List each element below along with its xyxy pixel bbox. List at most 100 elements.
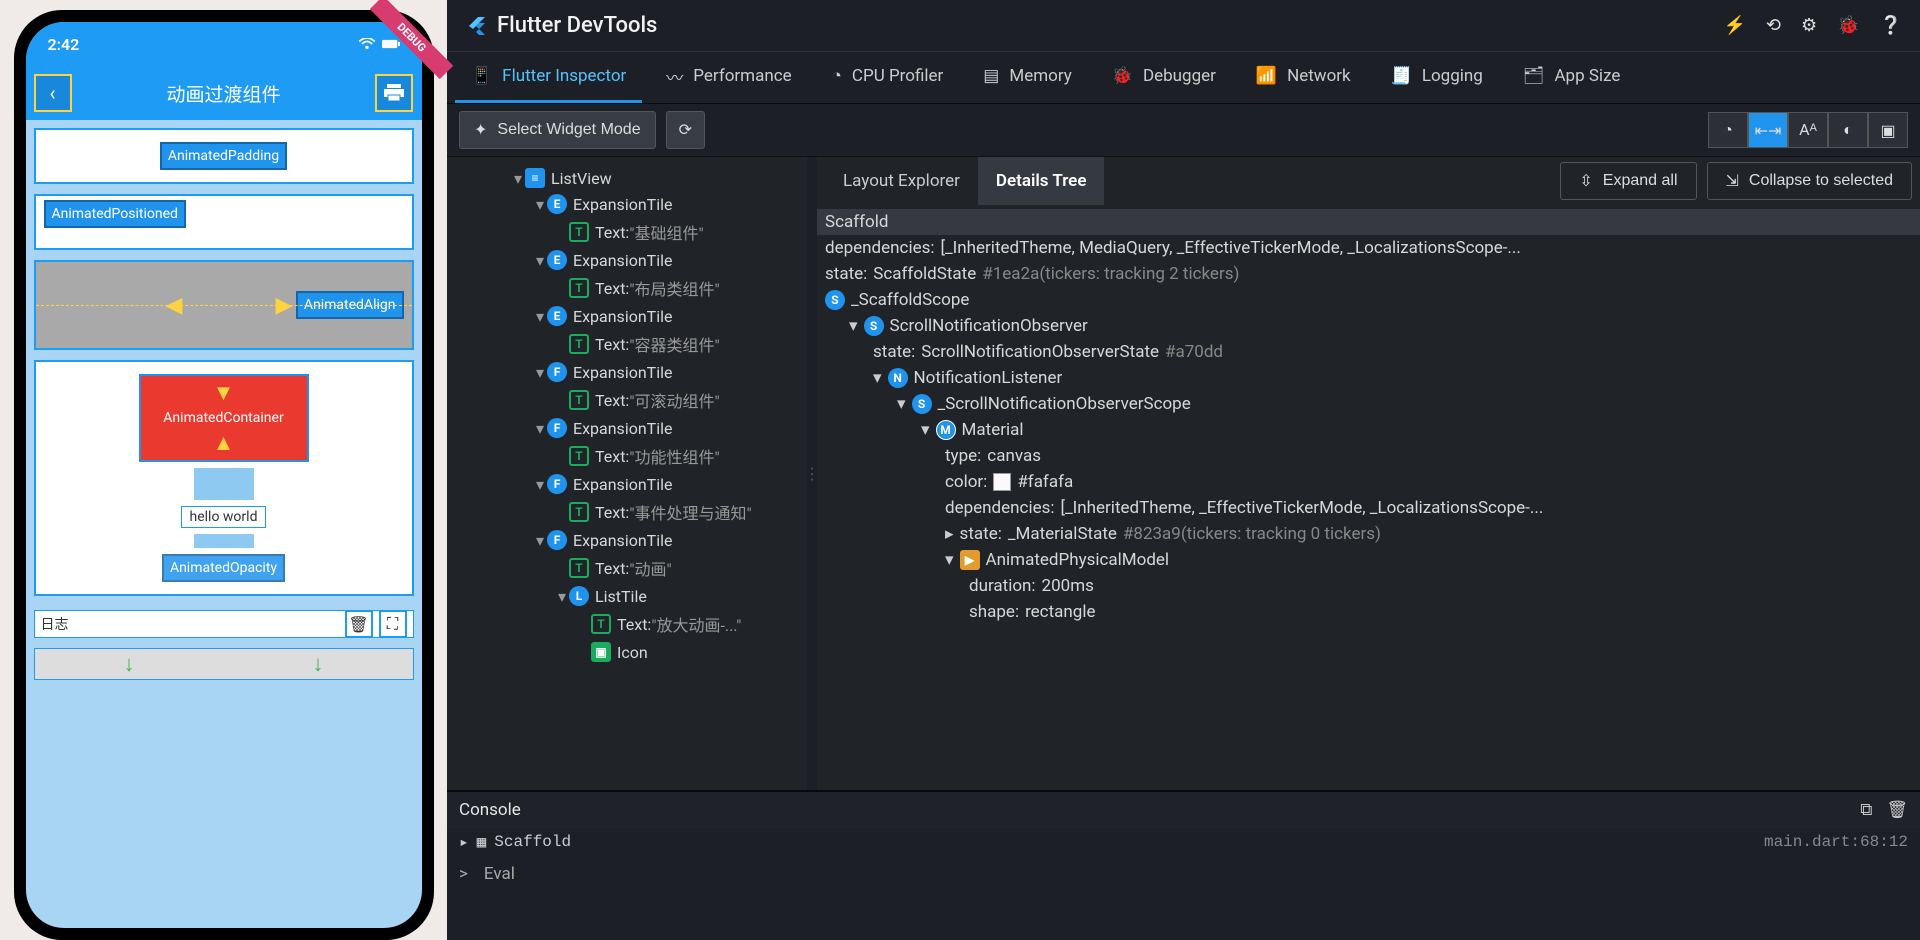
help-icon[interactable]: ❔ [1880, 15, 1902, 36]
details-row[interactable]: dependencies: [_InheritedTheme, MediaQue… [817, 235, 1920, 261]
app-bar-title: 动画过渡组件 [166, 80, 280, 107]
tab-logging[interactable]: 🧾Logging [1375, 52, 1499, 103]
devtools-header: Flutter DevTools ⚡ ⟲ ⚙ 🐞 ❔ [447, 0, 1920, 52]
t-badge-icon: T [591, 614, 611, 634]
back-button[interactable]: ‹ [34, 74, 72, 112]
demo-container[interactable]: AnimatedContainer ▼ ▲ hello world Animat… [34, 360, 414, 596]
copy-icon[interactable]: ⧉ [1860, 800, 1872, 820]
details-row[interactable]: S_ScaffoldScope [817, 287, 1920, 313]
tab-flutter-inspector[interactable]: 📱Flutter Inspector [455, 52, 642, 103]
collapse-button[interactable]: ⇲ Collapse to selected [1707, 162, 1913, 200]
tree-node[interactable]: ▾FExpansionTile [447, 359, 807, 385]
tree-node[interactable]: ▾EExpansionTile [447, 247, 807, 273]
drag-handle[interactable]: ⋮ [807, 157, 817, 790]
clock: 2:42 [48, 35, 80, 54]
animated-padding-chip: AnimatedPadding [160, 142, 287, 170]
n-badge-icon: N [888, 368, 908, 388]
tree-node[interactable]: ▾EExpansionTile [447, 303, 807, 329]
console-line[interactable]: ▸ ▦ Scaffold main.dart:68:12 [447, 828, 1920, 856]
details-row[interactable]: ▾NNotificationListener [817, 365, 1920, 391]
delete-log-button[interactable]: 🗑 [345, 610, 373, 638]
details-row[interactable]: duration: 200ms [817, 573, 1920, 599]
tab-icon: 🐞 [1112, 66, 1133, 86]
expand-log-button[interactable]: ⛶ [379, 610, 407, 638]
pedestal2 [194, 534, 254, 548]
demo-positioned[interactable]: AnimatedPositioned [34, 194, 414, 250]
tab-performance[interactable]: 〰Performance [650, 52, 807, 103]
t-badge-icon: T [569, 558, 589, 578]
demo-align[interactable]: ◀ ▶ AnimatedAlign [34, 260, 414, 350]
restore-icon[interactable]: ⟲ [1766, 15, 1781, 36]
details-row[interactable]: color: #fafafa [817, 469, 1920, 495]
timer-icon: ◔ [1723, 120, 1733, 140]
t-badge-icon: T [569, 502, 589, 522]
expand-all-button[interactable]: ⇳ Expand all [1560, 162, 1696, 200]
eval-input[interactable]: > Eval [447, 856, 1920, 892]
layout-explorer-tab[interactable]: Layout Explorer [825, 157, 978, 205]
tab-cpu-profiler[interactable]: ◔CPU Profiler [816, 52, 960, 103]
details-row[interactable]: state: ScaffoldState#1ea2a(tickers: trac… [817, 261, 1920, 287]
details-row[interactable]: ▾SScrollNotificationObserver [817, 313, 1920, 339]
pedestal [194, 468, 254, 500]
details-row[interactable]: ▾S_ScrollNotificationObserverScope [817, 391, 1920, 417]
tree-node[interactable]: ▾LListTile [447, 583, 807, 609]
inspector-toolbar: ✦ Select Widget Mode ⟳ ◔ ⇤⇥ Aᴬ ◐ ▣ [447, 104, 1920, 156]
tree-node[interactable]: TText: "可滚动组件" [447, 385, 807, 415]
baselines-button[interactable]: Aᴬ [1788, 112, 1828, 148]
guidelines-button[interactable]: ⇤⇥ [1748, 112, 1788, 148]
tab-debugger[interactable]: 🐞Debugger [1096, 52, 1232, 103]
tree-node[interactable]: ▾FExpansionTile [447, 471, 807, 497]
refresh-icon: ⟳ [679, 120, 692, 140]
tree-node[interactable]: ▾≡ListView [447, 165, 807, 191]
gear-icon[interactable]: ⚙ [1801, 15, 1817, 36]
details-row[interactable]: state: ScrollNotificationObserverState#a… [817, 339, 1920, 365]
tab-app-size[interactable]: 🗂App Size [1507, 52, 1637, 103]
tree-node[interactable]: ▾EExpansionTile [447, 191, 807, 217]
tree-node[interactable]: TText: "容器类组件" [447, 329, 807, 359]
tab-icon: ▤ [983, 66, 999, 86]
tab-memory[interactable]: ▤Memory [967, 52, 1087, 103]
details-row[interactable]: Scaffold [817, 209, 1920, 235]
bolt-icon[interactable]: ⚡ [1724, 15, 1746, 36]
details-tree-tab[interactable]: Details Tree [978, 157, 1105, 205]
invert-images-button[interactable]: ▣ [1868, 112, 1908, 148]
target-icon: ✦ [474, 120, 487, 140]
expand-icon: ⇳ [1579, 171, 1592, 191]
tree-node[interactable]: TText: "基础组件" [447, 217, 807, 247]
tree-node[interactable]: TText: "功能性组件" [447, 441, 807, 471]
m-badge-icon: M [936, 420, 956, 440]
details-tree[interactable]: Scaffolddependencies: [_InheritedTheme, … [817, 205, 1920, 790]
tab-icon: 〰 [666, 64, 683, 89]
widget-tree-pane[interactable]: ▾≡ListView▾EExpansionTileTText: "基础组件"▾E… [447, 157, 807, 790]
tree-node[interactable]: ▾FExpansionTile [447, 527, 807, 553]
details-row[interactable]: shape: rectangle [817, 599, 1920, 625]
f-badge-icon: F [547, 530, 567, 550]
slow-animations-button[interactable]: ◔ [1708, 112, 1748, 148]
e-badge-icon: E [547, 306, 567, 326]
repaint-button[interactable]: ◐ [1828, 112, 1868, 148]
tree-node[interactable]: TText: "放大动画-..." [447, 609, 807, 639]
tree-node[interactable]: TText: "事件处理与通知" [447, 497, 807, 527]
details-row[interactable]: dependencies: [_InheritedTheme, _Effecti… [817, 495, 1920, 521]
print-button[interactable] [375, 74, 413, 112]
details-row[interactable]: ▸state: _MaterialState#823a9(tickers: tr… [817, 521, 1920, 547]
clear-icon[interactable]: 🗑 [1886, 800, 1908, 820]
details-row[interactable]: ▾▶AnimatedPhysicalModel [817, 547, 1920, 573]
tree-node[interactable]: TText: "动画" [447, 553, 807, 583]
refresh-button[interactable]: ⟳ [666, 111, 705, 149]
tree-node[interactable]: ▾FExpansionTile [447, 415, 807, 441]
tab-network[interactable]: 📶Network [1240, 52, 1367, 103]
select-widget-mode-button[interactable]: ✦ Select Widget Mode [459, 111, 656, 149]
tree-node[interactable]: TText: "布局类组件" [447, 273, 807, 303]
t-badge-icon: T [569, 334, 589, 354]
bug-icon[interactable]: 🐞 [1837, 15, 1859, 36]
details-row[interactable]: ▾MMaterial [817, 417, 1920, 443]
tree-node[interactable]: ▣Icon [447, 639, 807, 665]
details-row[interactable]: type: canvas [817, 443, 1920, 469]
source-link[interactable]: main.dart:68:12 [1764, 833, 1908, 851]
list-badge-icon: ≡ [525, 168, 545, 188]
text-icon: Aᴬ [1799, 120, 1817, 140]
app-body[interactable]: AnimatedPadding AnimatedPositioned ◀ ▶ A… [26, 120, 422, 928]
demo-padding[interactable]: AnimatedPadding [34, 128, 414, 184]
phone-screen[interactable]: 2:42 ‹ 动画过渡组件 Animat [26, 22, 422, 928]
